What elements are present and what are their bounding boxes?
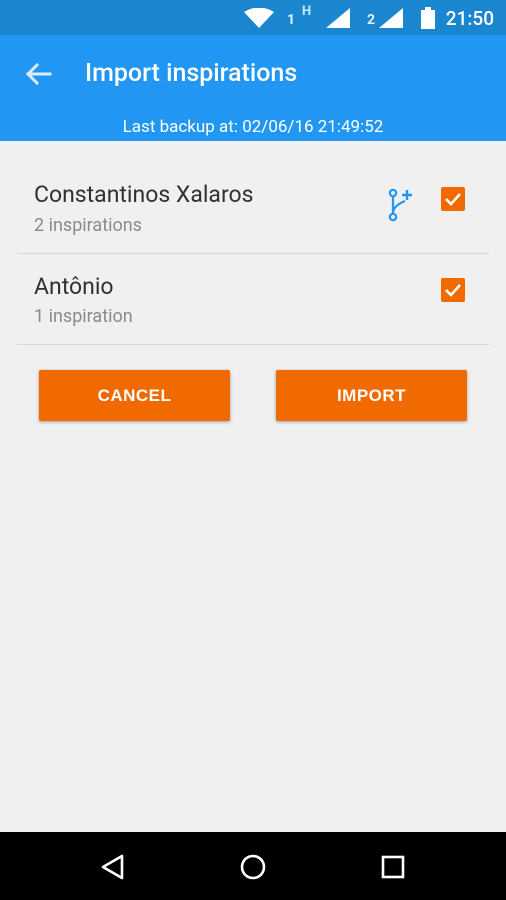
wifi-icon — [244, 8, 274, 28]
status-bar: 1 H 2 21:50 — [0, 0, 506, 35]
item-checkbox[interactable] — [441, 187, 465, 211]
merge-add-icon[interactable] — [385, 186, 417, 224]
item-checkbox[interactable] — [441, 278, 465, 302]
network-type-label: H — [302, 4, 312, 19]
back-triangle-icon[interactable] — [98, 852, 128, 882]
list-item[interactable]: Constantinos Xalaros 2 inspirations — [17, 141, 489, 254]
check-icon — [445, 284, 461, 297]
signal-icon — [379, 8, 403, 28]
check-icon — [445, 193, 461, 206]
import-button[interactable]: IMPORT — [276, 370, 467, 421]
cancel-button[interactable]: CANCEL — [39, 370, 230, 421]
list-item-name: Antônio — [34, 273, 114, 300]
sim1-label: 1 — [287, 12, 296, 28]
signal-icon — [326, 8, 350, 28]
battery-icon — [421, 7, 435, 29]
list-item-name: Constantinos Xalaros — [34, 181, 254, 208]
list-item-count: 1 inspiration — [34, 306, 133, 327]
recents-square-icon[interactable] — [378, 852, 408, 882]
status-time: 21:50 — [445, 7, 494, 30]
inspiration-list: Constantinos Xalaros 2 inspirations Antô… — [17, 141, 489, 345]
page-title: Import inspirations — [85, 59, 298, 88]
list-item-count: 2 inspirations — [34, 215, 142, 236]
home-circle-icon[interactable] — [238, 852, 268, 882]
arrow-left-icon[interactable] — [24, 59, 54, 89]
sim2-label: 2 — [367, 12, 376, 28]
list-item[interactable]: Antônio 1 inspiration — [17, 254, 489, 345]
app-bar: Import inspirations — [0, 35, 506, 114]
navigation-bar — [0, 832, 506, 900]
backup-info: Last backup at: 02/06/16 21:49:52 — [0, 114, 506, 141]
